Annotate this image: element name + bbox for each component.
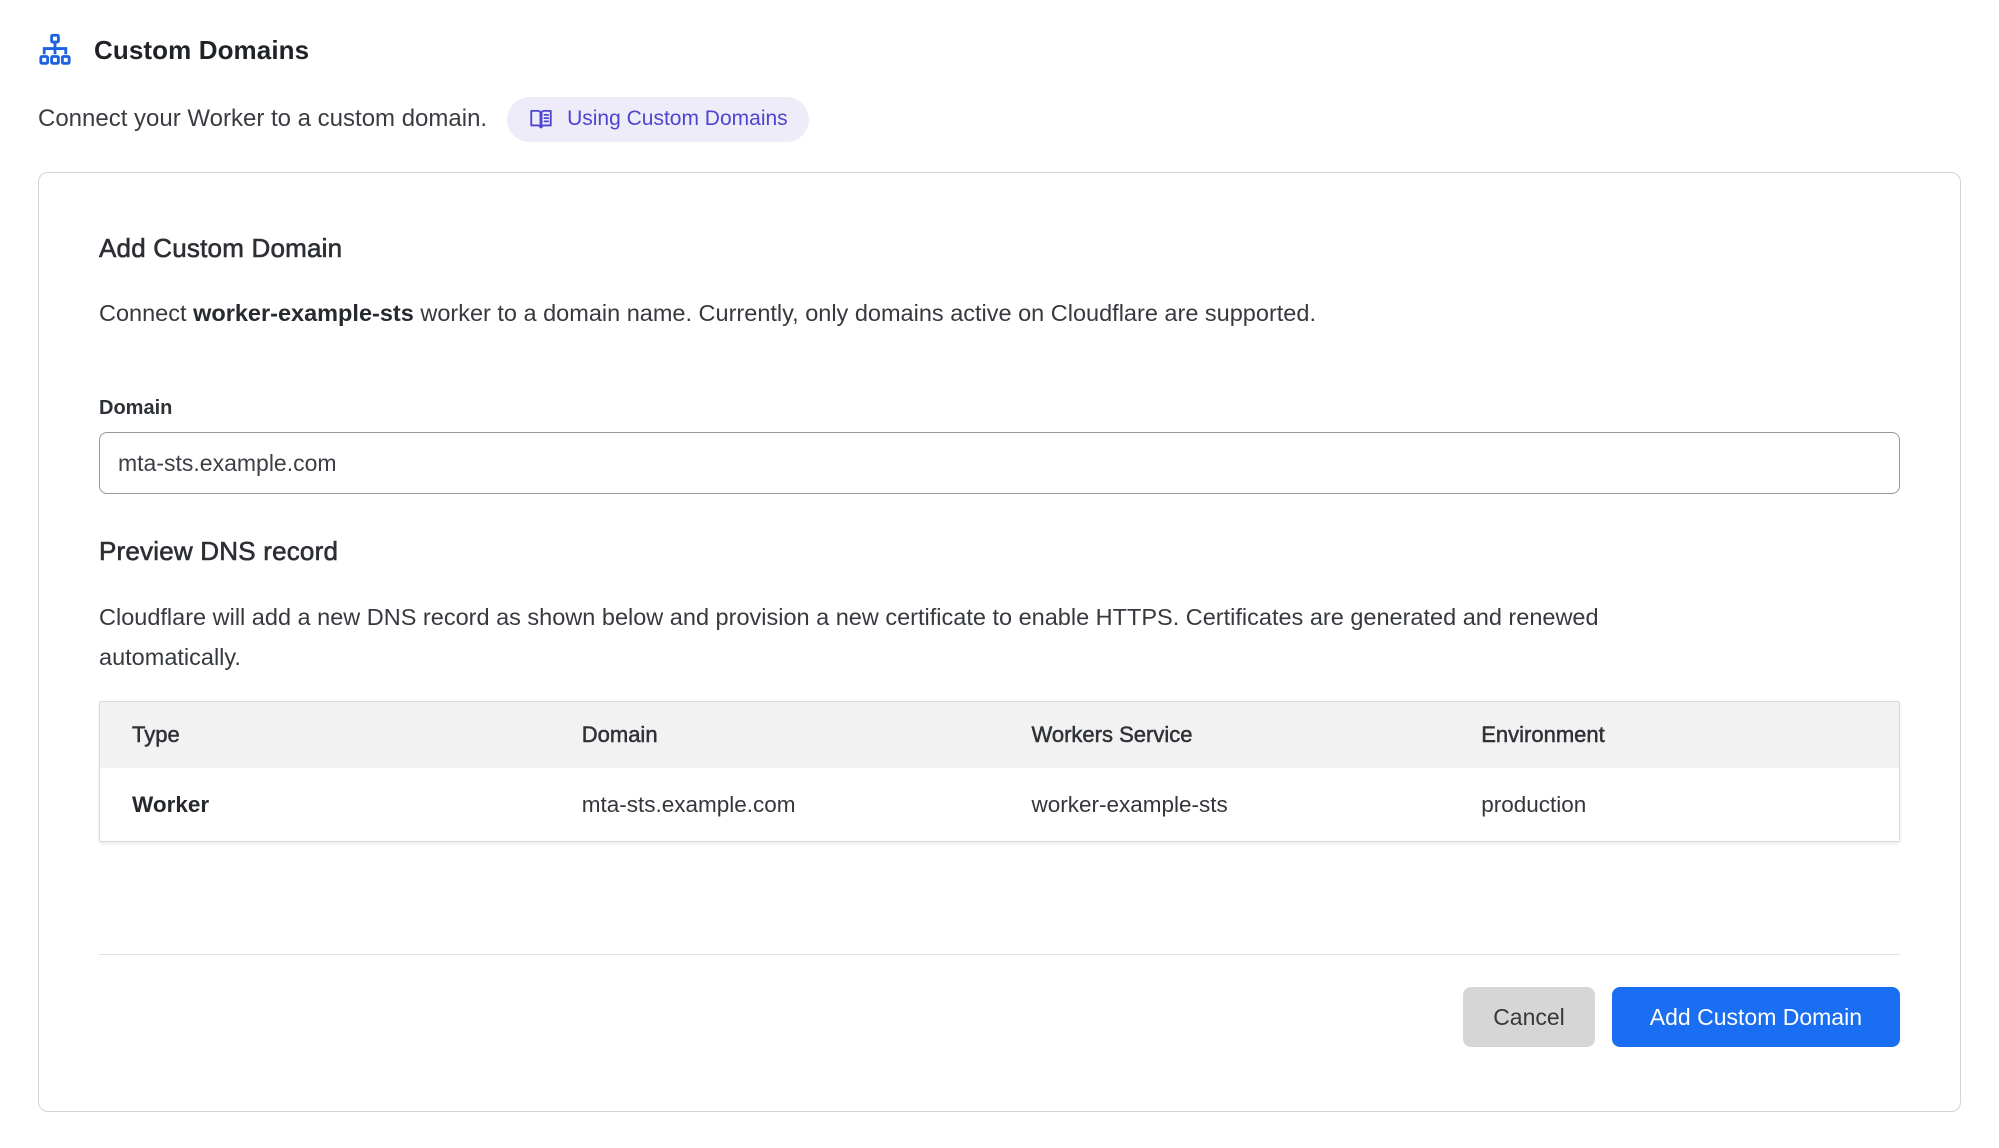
column-header-domain: Domain bbox=[550, 702, 1000, 768]
domain-input[interactable] bbox=[99, 432, 1900, 494]
column-header-environment: Environment bbox=[1449, 702, 1899, 768]
footer-divider bbox=[99, 954, 1900, 955]
column-header-workers-service: Workers Service bbox=[1000, 702, 1450, 768]
preview-dns-heading: Preview DNS record bbox=[99, 536, 1900, 567]
custom-domains-page: Custom Domains Connect your Worker to a … bbox=[0, 0, 1999, 1112]
table-header-row: Type Domain Workers Service Environment bbox=[100, 702, 1899, 768]
open-book-icon bbox=[528, 106, 554, 132]
cancel-button[interactable]: Cancel bbox=[1463, 987, 1595, 1047]
add-custom-domain-button[interactable]: Add Custom Domain bbox=[1612, 987, 1900, 1047]
cell-workers-service: worker-example-sts bbox=[1000, 768, 1450, 841]
docs-link-label: Using Custom Domains bbox=[567, 107, 788, 131]
page-header: Custom Domains bbox=[38, 30, 1961, 70]
page-subtitle: Connect your Worker to a custom domain. bbox=[38, 105, 487, 133]
cell-environment: production bbox=[1449, 768, 1899, 841]
add-custom-domain-card: Add Custom Domain Connect worker-example… bbox=[38, 172, 1961, 1112]
preview-dns-description: Cloudflare will add a new DNS record as … bbox=[99, 597, 1609, 677]
column-header-type: Type bbox=[100, 702, 550, 768]
page-title: Custom Domains bbox=[94, 35, 309, 66]
sitemap-icon bbox=[38, 33, 72, 67]
table-row: Worker mta-sts.example.com worker-exampl… bbox=[100, 768, 1899, 841]
cell-type: Worker bbox=[100, 768, 550, 841]
cell-domain: mta-sts.example.com bbox=[550, 768, 1000, 841]
card-intro-text: Connect worker-example-sts worker to a d… bbox=[99, 300, 1900, 327]
dns-preview-table: Type Domain Workers Service Environment … bbox=[99, 701, 1900, 842]
docs-link-badge[interactable]: Using Custom Domains bbox=[507, 97, 809, 142]
intro-suffix: worker to a domain name. Currently, only… bbox=[414, 300, 1316, 326]
intro-prefix: Connect bbox=[99, 300, 193, 326]
card-footer: Cancel Add Custom Domain bbox=[99, 987, 1900, 1047]
worker-name: worker-example-sts bbox=[193, 300, 414, 326]
domain-label: Domain bbox=[99, 397, 1900, 420]
card-heading: Add Custom Domain bbox=[99, 233, 1900, 264]
page-subtitle-row: Connect your Worker to a custom domain. … bbox=[38, 96, 1961, 142]
